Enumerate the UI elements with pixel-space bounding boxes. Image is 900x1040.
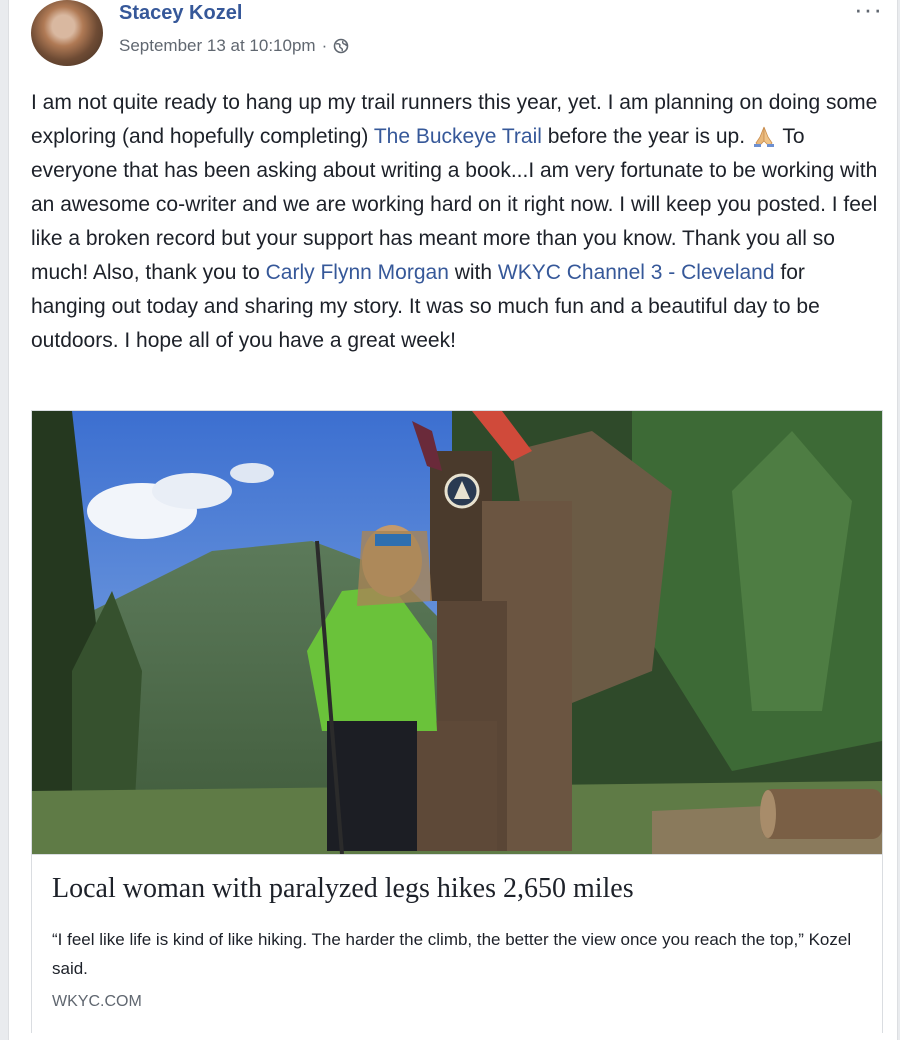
post-text-part: with — [448, 261, 498, 284]
carly-flynn-morgan-link[interactable]: Carly Flynn Morgan — [266, 261, 449, 284]
folded-hands-icon — [753, 126, 774, 147]
link-card-domain: WKYC.COM — [52, 993, 142, 1010]
buckeye-trail-link[interactable]: The Buckeye Trail — [374, 125, 542, 148]
post-card: Stacey Kozel September 13 at 10:10pm · ·… — [8, 0, 898, 1040]
link-card-title[interactable]: Local woman with paralyzed legs hikes 2,… — [52, 873, 862, 905]
author-avatar[interactable] — [31, 0, 103, 66]
more-options-button[interactable]: ··· — [854, 0, 883, 25]
meta-separator: · — [321, 36, 328, 55]
author-name[interactable]: Stacey Kozel — [119, 2, 242, 25]
post-text-part: before the year is up. — [541, 125, 751, 148]
post-meta: September 13 at 10:10pm · — [119, 36, 349, 56]
link-card-info[interactable]: Local woman with paralyzed legs hikes 2,… — [32, 854, 882, 1033]
post-timestamp[interactable]: September 13 at 10:10pm — [119, 36, 316, 56]
globe-icon[interactable] — [333, 38, 349, 54]
link-card-description: “I feel like life is kind of like hiking… — [52, 930, 852, 978]
post-body: I am not quite ready to hang up my trail… — [31, 86, 881, 358]
article-photo[interactable] — [32, 411, 882, 854]
wkyc-channel-link[interactable]: WKYC Channel 3 - Cleveland — [498, 261, 775, 284]
link-preview-card[interactable]: Local woman with paralyzed legs hikes 2,… — [31, 410, 883, 1033]
